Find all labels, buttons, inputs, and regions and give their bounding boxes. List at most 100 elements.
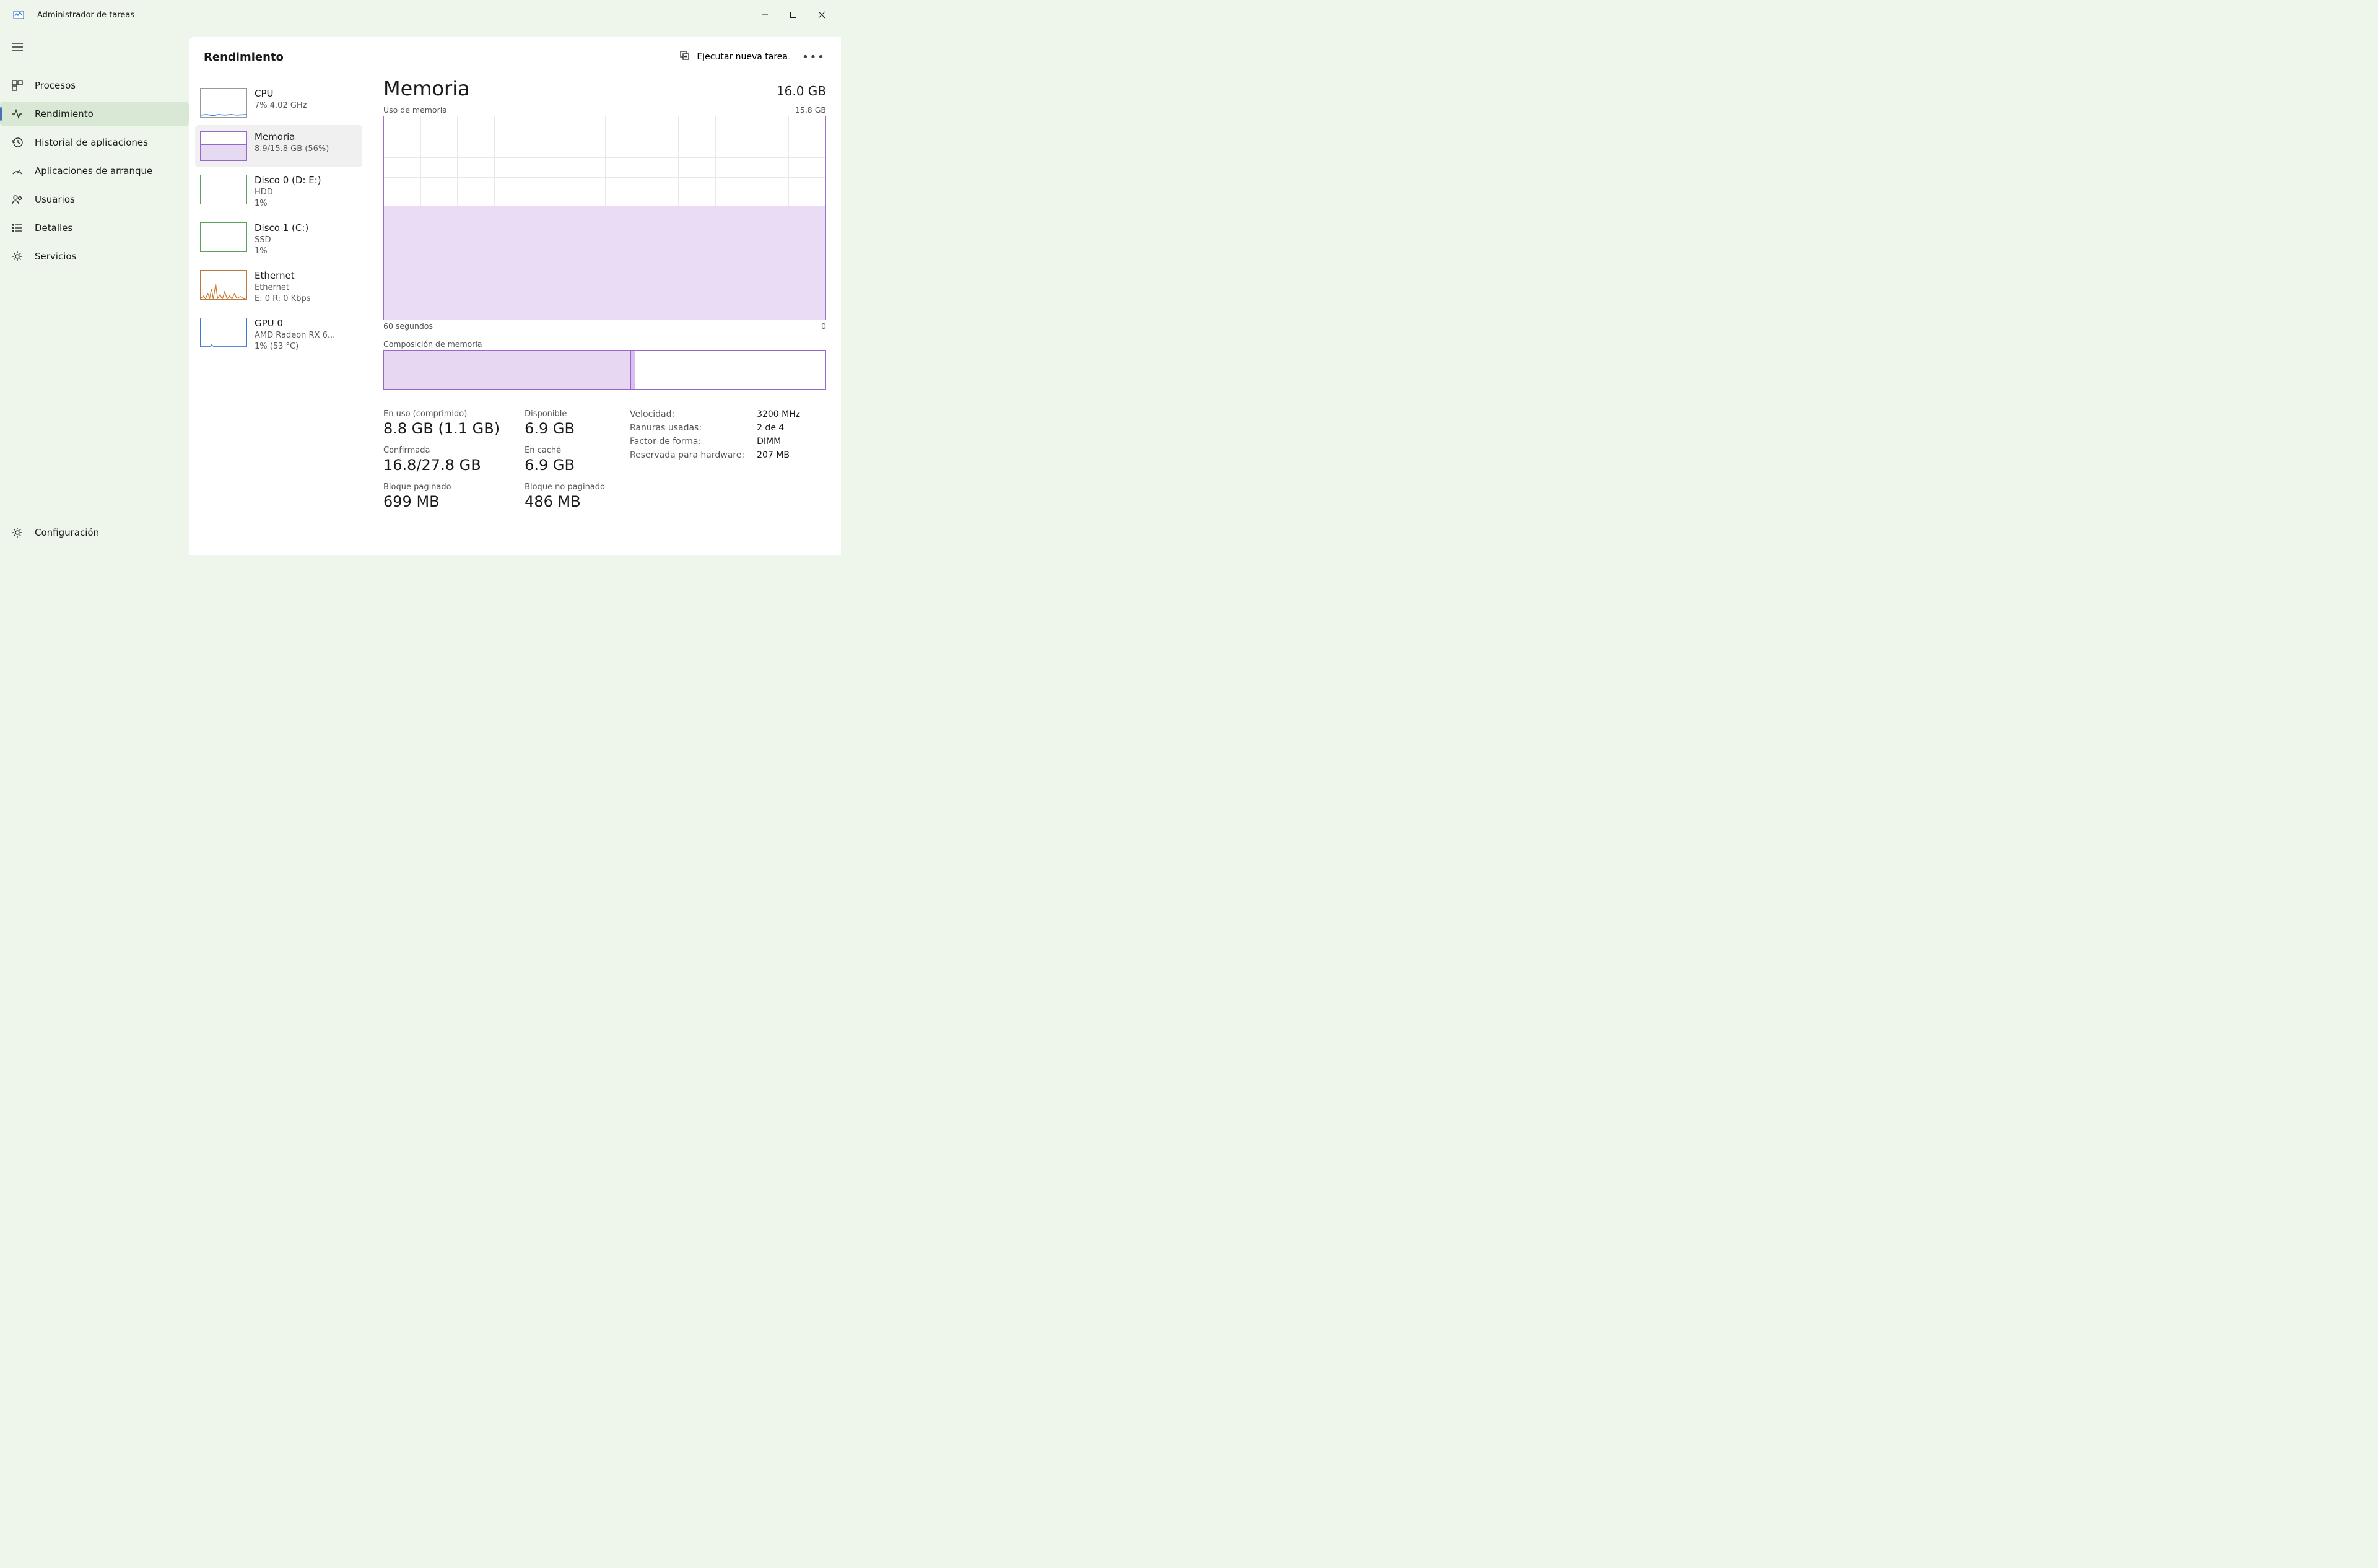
resource-item-memoria[interactable]: Memoria 8.9/15.8 GB (56%) [195, 125, 362, 167]
spec-v-speed: 3200 MHz [757, 409, 800, 419]
stat-value-cached: 6.9 GB [525, 456, 605, 474]
ethernet-thumb [200, 270, 247, 300]
stat-label-available: Disponible [525, 409, 605, 419]
speed-icon [11, 165, 24, 177]
spec-v-slots: 2 de 4 [757, 423, 800, 433]
resource-sub: SSD [255, 235, 308, 246]
resource-sub: 8.9/15.8 GB (56%) [255, 144, 329, 155]
memory-thumb [200, 131, 247, 161]
stat-value-paged: 699 MB [383, 493, 500, 510]
hamburger-button[interactable] [5, 35, 30, 59]
resource-item-gpu0[interactable]: GPU 0 AMD Radeon RX 6... 1% (53 °C) [195, 311, 362, 358]
memory-composition-chart[interactable] [383, 350, 826, 390]
spec-v-form: DIMM [757, 437, 800, 446]
settings-icon [11, 526, 24, 539]
resource-sub2: 1% [255, 246, 308, 257]
memory-usage-chart[interactable] [383, 116, 826, 320]
stat-value-committed: 16.8/27.8 GB [383, 456, 500, 474]
spec-k-form: Factor de forma: [630, 437, 744, 446]
resource-title: Disco 1 (C:) [255, 222, 308, 233]
stat-value-inuse: 8.8 GB (1.1 GB) [383, 420, 500, 437]
nav-label: Rendimiento [35, 108, 94, 120]
gpu-thumb [200, 318, 247, 347]
maximize-button[interactable] [779, 2, 808, 27]
stat-label-cached: En caché [525, 446, 605, 455]
stat-label-paged: Bloque paginado [383, 482, 500, 492]
nav-item-procesos[interactable]: Procesos [0, 73, 189, 98]
activity-icon [11, 108, 24, 120]
page-title: Rendimiento [204, 51, 284, 64]
run-task-label: Ejecutar nueva tarea [697, 52, 788, 62]
window-controls [751, 2, 836, 27]
nav-label: Historial de aplicaciones [35, 137, 148, 148]
nav-item-configuracion[interactable]: Configuración [0, 520, 189, 545]
nav-item-usuarios[interactable]: Usuarios [0, 187, 189, 212]
resource-item-cpu[interactable]: CPU 7% 4.02 GHz [195, 82, 362, 124]
spec-k-speed: Velocidad: [630, 409, 744, 419]
nav-label: Usuarios [35, 194, 75, 205]
grid-icon [11, 79, 24, 92]
resource-item-disco0[interactable]: Disco 0 (D: E:) HDD 1% [195, 168, 362, 215]
content-header: Rendimiento Ejecutar nueva tarea ••• [189, 37, 841, 77]
resource-sub: AMD Radeon RX 6... [255, 330, 335, 341]
app-title: Administrador de tareas [37, 11, 134, 20]
nav-label: Procesos [35, 80, 76, 91]
spec-v-reserved: 207 MB [757, 450, 800, 460]
stat-value-available: 6.9 GB [525, 420, 605, 437]
nav-label: Aplicaciones de arranque [35, 165, 152, 176]
run-task-icon [679, 50, 690, 64]
nav-item-servicios[interactable]: Servicios [0, 244, 189, 269]
resource-item-disco1[interactable]: Disco 1 (C:) SSD 1% [195, 216, 362, 263]
detail-pane: Memoria 16.0 GB Uso de memoria 15.8 GB 6… [368, 77, 841, 555]
resource-title: GPU 0 [255, 318, 335, 329]
resource-sub: 7% 4.02 GHz [255, 100, 307, 111]
stat-label-nonpaged: Bloque no paginado [525, 482, 605, 492]
spec-k-slots: Ranuras usadas: [630, 423, 744, 433]
nav-item-historial[interactable]: Historial de aplicaciones [0, 130, 189, 155]
resource-sub2: 1% [255, 198, 321, 209]
content-area: Rendimiento Ejecutar nueva tarea ••• CPU… [189, 37, 841, 555]
resource-title: Ethernet [255, 270, 310, 281]
titlebar: Administrador de tareas [0, 0, 841, 30]
users-icon [11, 193, 24, 206]
resource-sub2: 1% (53 °C) [255, 341, 335, 352]
resource-list: CPU 7% 4.02 GHz Memoria 8.9/15.8 GB (56%… [189, 77, 368, 555]
composition-label: Composición de memoria [383, 339, 482, 349]
detail-title: Memoria [383, 77, 470, 100]
list-icon [11, 222, 24, 234]
app-icon [12, 9, 25, 21]
resource-sub2: E: 0 R: 0 Kbps [255, 294, 310, 305]
nav-item-arranque[interactable]: Aplicaciones de arranque [0, 159, 189, 183]
nav-item-detalles[interactable]: Detalles [0, 216, 189, 240]
more-button[interactable]: ••• [801, 46, 826, 68]
disk0-thumb [200, 175, 247, 204]
minimize-button[interactable] [751, 2, 779, 27]
resource-title: Disco 0 (D: E:) [255, 175, 321, 186]
detail-total: 16.0 GB [777, 84, 826, 98]
disk1-thumb [200, 222, 247, 252]
stat-label-committed: Confirmada [383, 446, 500, 455]
nav-item-rendimiento[interactable]: Rendimiento [0, 102, 189, 126]
usage-max: 15.8 GB [795, 105, 826, 115]
stat-label-inuse: En uso (comprimido) [383, 409, 500, 419]
resource-sub: HDD [255, 187, 321, 198]
time-axis-right: 0 [821, 321, 826, 331]
nav-label: Configuración [35, 527, 99, 538]
spec-k-reserved: Reservada para hardware: [630, 450, 744, 460]
resource-sub: Ethernet [255, 282, 310, 294]
spec-table: Velocidad: 3200 MHz Ranuras usadas: 2 de… [630, 409, 800, 510]
close-button[interactable] [808, 2, 836, 27]
gear-icon [11, 250, 24, 263]
resource-title: Memoria [255, 131, 329, 142]
time-axis-left: 60 segundos [383, 321, 433, 331]
resource-title: CPU [255, 88, 307, 99]
resource-item-ethernet[interactable]: Ethernet Ethernet E: 0 R: 0 Kbps [195, 264, 362, 310]
history-icon [11, 136, 24, 149]
usage-label: Uso de memoria [383, 105, 447, 115]
nav-label: Detalles [35, 222, 72, 233]
cpu-thumb [200, 88, 247, 118]
sidebar: Procesos Rendimiento Historial de aplica… [0, 30, 189, 555]
run-task-button[interactable]: Ejecutar nueva tarea [673, 46, 794, 68]
nav-label: Servicios [35, 251, 76, 262]
stat-value-nonpaged: 486 MB [525, 493, 605, 510]
